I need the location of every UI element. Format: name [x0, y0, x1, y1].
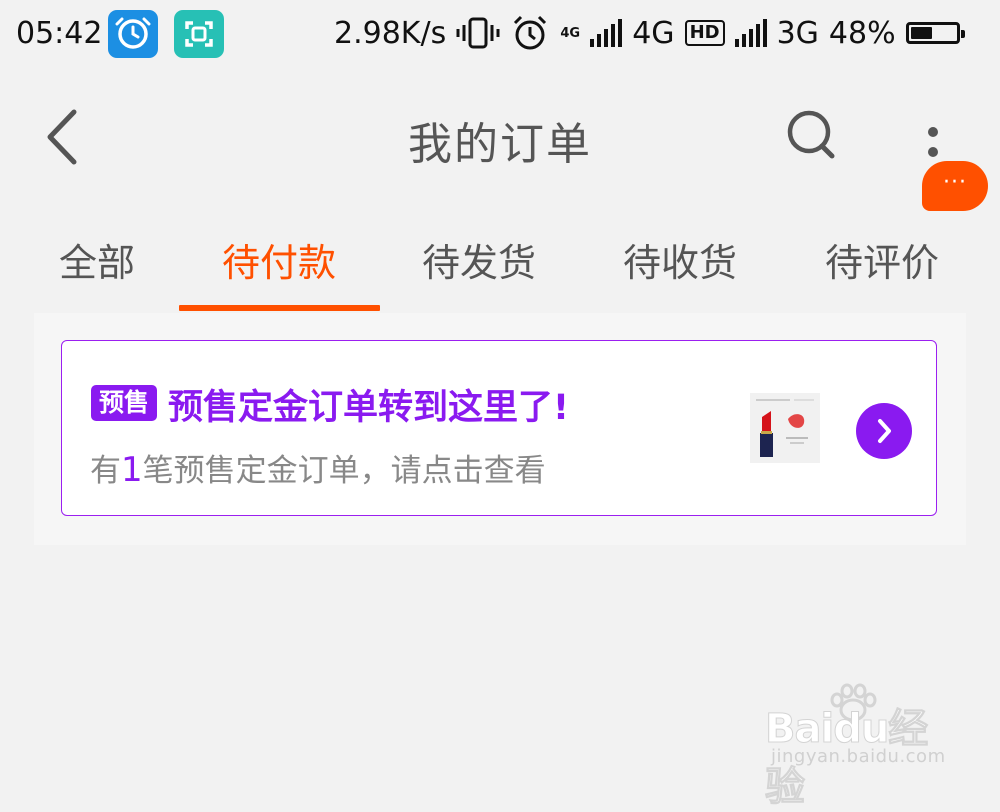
status-time: 05:42 [16, 16, 103, 51]
more-vertical-icon [928, 127, 938, 157]
page-title: 我的订单 [408, 119, 592, 170]
net-4g: 4G [632, 15, 675, 51]
net-4g-small: 4G [560, 25, 581, 41]
search-button[interactable] [780, 104, 840, 164]
lipstick-thumbnail [750, 393, 820, 463]
presale-desc-suffix: 笔预售定金订单，请点击查看 [142, 453, 546, 489]
tab-pending-receipt[interactable]: 待收货 [580, 232, 780, 287]
presale-description: 有1笔预售定金订单，请点击查看 [90, 445, 546, 490]
presale-badge: 预售 [91, 385, 157, 421]
presale-order-card[interactable]: 预售 预售定金订单转到这里了! 有1笔预售定金订单，请点击查看 [61, 340, 937, 516]
watermark-url: jingyan.baidu.com [771, 746, 946, 767]
vibrate-icon [456, 17, 500, 49]
message-bubble-button[interactable]: ··· [922, 161, 988, 211]
network-speed: 2.98K/s [334, 15, 447, 51]
battery-fill [910, 27, 932, 39]
hd-badge: HD [684, 20, 725, 46]
tab-pending-shipment[interactable]: 待发货 [379, 232, 579, 287]
presale-count: 1 [121, 450, 143, 490]
nav-header: 我的订单 ··· [0, 86, 1000, 211]
clock-app-icon [108, 10, 158, 58]
presale-desc-prefix: 有 [90, 453, 121, 489]
baidu-watermark: Baidu经验 jingyan.baidu.com [765, 683, 955, 811]
chevron-right-icon [878, 419, 891, 443]
tab-pending-payment[interactable]: 待付款 [179, 232, 379, 287]
status-bar: 05:42 2.98K/s 4G 4G HD 3G 48% [0, 0, 1000, 72]
battery-percent: 48% [828, 15, 896, 51]
signal-icon [590, 19, 623, 47]
status-indicators: 2.98K/s 4G 4G HD 3G 48% [334, 14, 965, 52]
tab-all[interactable]: 全部 [0, 232, 197, 287]
scan-app-icon [174, 10, 224, 58]
signal-icon-2 [734, 19, 767, 47]
order-tabs: 全部 待付款 待发货 待收货 待评价 [0, 212, 1000, 312]
battery-icon [905, 22, 965, 44]
presale-go-button[interactable] [856, 403, 912, 459]
active-tab-indicator [179, 305, 380, 311]
more-button[interactable] [912, 112, 956, 162]
presale-title: 预售定金订单转到这里了! [168, 388, 569, 428]
net-3g: 3G [776, 15, 819, 51]
alarm-icon [514, 15, 547, 50]
tab-pending-review[interactable]: 待评价 [782, 232, 982, 287]
search-icon [787, 110, 835, 159]
